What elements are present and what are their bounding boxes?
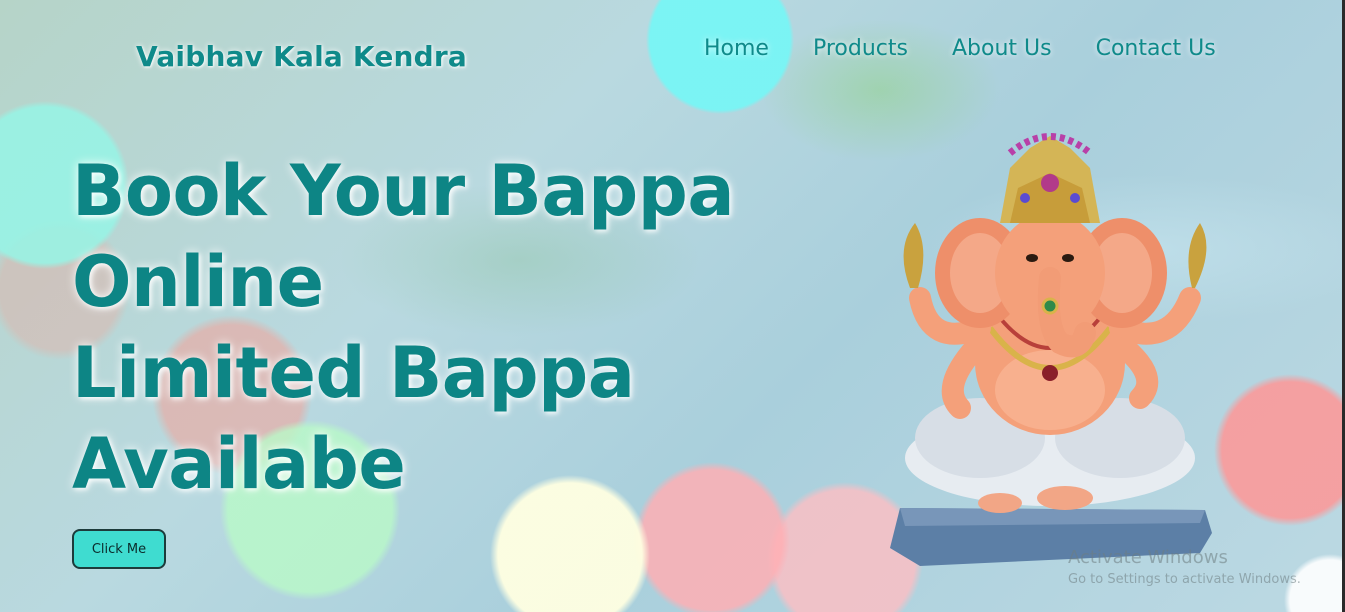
nav-home[interactable]: Home (704, 36, 769, 61)
nav-products[interactable]: Products (813, 36, 908, 61)
watermark-subtitle: Go to Settings to activate Windows. (1068, 572, 1301, 587)
main-nav: Home Products About Us Contact Us (704, 36, 1216, 61)
hero-title-line: Availabe (72, 423, 406, 505)
brand-logo-text[interactable]: Vaibhav Kala Kendra (136, 40, 467, 73)
hero-title: Book Your Bappa Online Limited Bappa Ava… (72, 146, 735, 510)
hero-title-line: Book Your Bappa (72, 150, 735, 232)
click-me-button[interactable]: Click Me (72, 529, 166, 569)
watermark-title: Activate Windows (1068, 547, 1228, 568)
nav-about-us[interactable]: About Us (952, 36, 1052, 61)
hero-title-line: Online (72, 241, 324, 323)
activate-windows-watermark: Activate Windows Go to Settings to activ… (1068, 547, 1301, 587)
hero-title-line: Limited Bappa (72, 332, 635, 414)
ganesha-idol-image (890, 133, 1212, 566)
nav-contact-us[interactable]: Contact Us (1096, 36, 1216, 61)
